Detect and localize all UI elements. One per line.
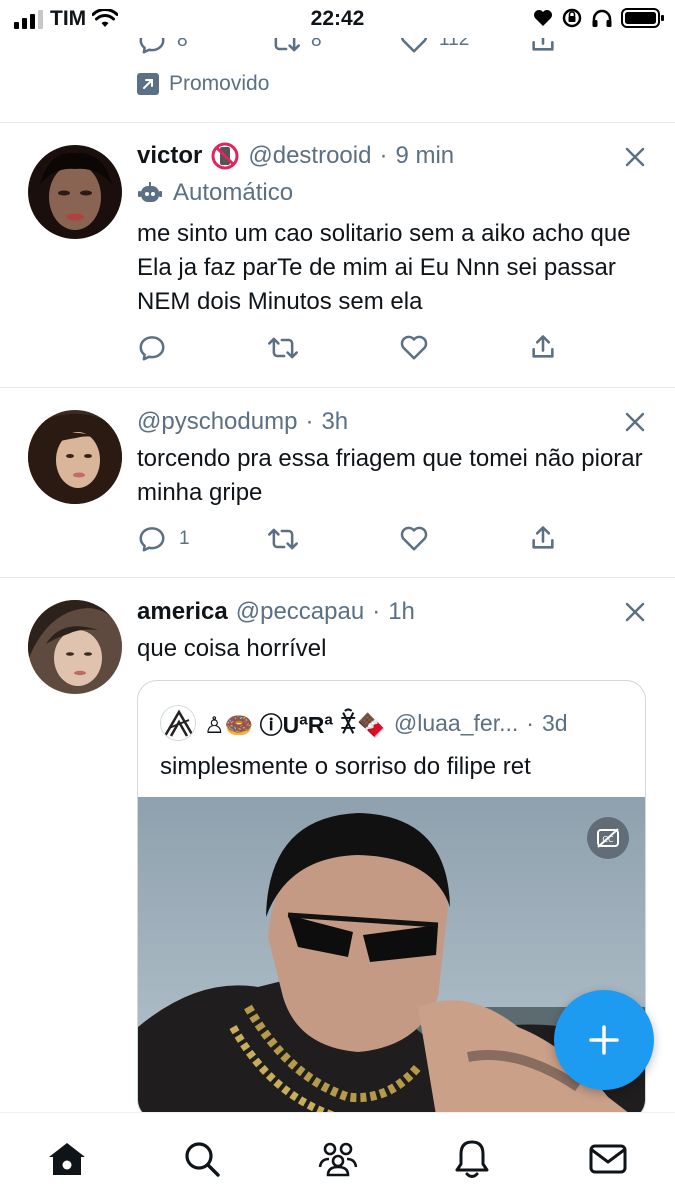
quoted-timestamp[interactable]: 3d xyxy=(542,710,568,737)
tweet-actions xyxy=(137,333,567,363)
heart-icon xyxy=(400,38,428,53)
reply-button[interactable]: 8 xyxy=(137,38,188,56)
tweet-actions: 1 xyxy=(137,524,567,554)
share-icon xyxy=(532,38,554,51)
search-icon xyxy=(185,1142,220,1177)
nav-search[interactable] xyxy=(180,1137,224,1181)
retweet-icon xyxy=(268,528,298,550)
tweet-header: @pyschodump · 3h xyxy=(137,408,348,436)
nav-communities[interactable] xyxy=(316,1137,360,1181)
avatar[interactable] xyxy=(28,410,122,504)
share-button[interactable] xyxy=(529,524,557,552)
heart-icon xyxy=(400,526,428,551)
reply-button[interactable]: 1 xyxy=(137,524,190,554)
tweet-actions: 8 8 112 xyxy=(137,38,567,56)
reply-icon xyxy=(139,336,165,361)
avatar[interactable] xyxy=(28,145,122,239)
retweet-button[interactable] xyxy=(267,524,299,554)
battery-icon xyxy=(621,8,664,28)
automated-text: Automático xyxy=(173,179,294,206)
close-icon[interactable] xyxy=(623,600,647,624)
retweet-button[interactable]: 8 xyxy=(269,38,322,56)
retweet-count: 8 xyxy=(311,38,322,51)
timestamp[interactable]: 1h xyxy=(388,598,415,626)
quoted-handle[interactable]: @luaa_fer... xyxy=(394,710,518,737)
reply-icon xyxy=(139,527,165,552)
reply-icon xyxy=(139,38,165,54)
timestamp[interactable]: 3h xyxy=(321,408,348,436)
separator: · xyxy=(526,709,534,736)
close-icon[interactable] xyxy=(623,145,647,169)
avatar[interactable] xyxy=(28,600,122,694)
timestamp[interactable]: 9 min xyxy=(395,142,454,170)
tweet-text: me sinto um cao solitario sem a aiko ach… xyxy=(137,220,631,315)
display-name[interactable]: america xyxy=(137,598,228,626)
status-bar: TIM 22:42 xyxy=(0,0,675,38)
tweet-header: america @peccapau · 1h xyxy=(137,598,415,626)
communities-icon xyxy=(318,1142,358,1177)
tweet-header: victor @destrooid · 9 min xyxy=(137,141,454,171)
notifications-icon xyxy=(455,1140,489,1178)
orientation-lock-icon xyxy=(562,8,582,28)
share-icon xyxy=(532,335,554,358)
promoted-icon xyxy=(137,73,159,95)
separator: · xyxy=(372,598,381,625)
handle[interactable]: @peccapau xyxy=(236,598,364,626)
separator: · xyxy=(379,142,388,169)
like-button[interactable]: 112 xyxy=(399,38,469,54)
share-button[interactable] xyxy=(529,333,557,361)
retweet-icon xyxy=(268,337,298,359)
nav-notifications[interactable] xyxy=(450,1137,494,1181)
bot-icon xyxy=(138,182,162,202)
automated-label: Automático xyxy=(137,179,293,207)
retweet-button[interactable] xyxy=(267,333,299,363)
share-icon xyxy=(532,526,554,549)
heart-status-icon xyxy=(534,10,552,26)
quoted-avatar[interactable] xyxy=(160,705,196,741)
separator: · xyxy=(305,408,314,435)
compose-tweet-button[interactable] xyxy=(554,990,654,1090)
messages-icon xyxy=(589,1144,627,1174)
tweet-text: torcendo pra essa friagem que tomei não … xyxy=(137,445,643,506)
promoted-tweet-partial[interactable]: 8 8 112 Promovido xyxy=(0,38,675,123)
heart-icon xyxy=(400,335,428,360)
bottom-nav xyxy=(0,1112,675,1200)
reply-button[interactable] xyxy=(137,333,167,363)
display-name[interactable]: victor xyxy=(137,142,202,170)
captions-off-icon: CC xyxy=(597,828,619,848)
reply-count: 1 xyxy=(179,528,190,549)
plus-icon xyxy=(589,1025,619,1055)
promoted-indicator: Promovido xyxy=(137,72,269,96)
like-button[interactable] xyxy=(399,524,429,552)
promoted-label: Promovido xyxy=(169,72,270,95)
reply-count: 8 xyxy=(177,38,188,51)
quoted-display-name[interactable]: ♙🍩 ⓘUªRª ꁾ🍫 xyxy=(204,706,386,740)
tweet-text: que coisa horrível xyxy=(137,635,327,662)
retweet-icon xyxy=(274,38,300,52)
like-button[interactable] xyxy=(399,333,429,361)
handle[interactable]: @destrooid xyxy=(248,142,371,170)
tweet[interactable]: victor @destrooid · 9 min Automático me … xyxy=(0,123,675,388)
nav-home[interactable] xyxy=(45,1137,89,1181)
share-button[interactable] xyxy=(529,38,557,54)
captions-button[interactable]: CC xyxy=(587,817,629,859)
home-icon xyxy=(49,1143,85,1175)
no-phone-emoji-icon xyxy=(211,142,239,170)
nav-messages[interactable] xyxy=(586,1137,630,1181)
tweet[interactable]: @pyschodump · 3h torcendo pra essa friag… xyxy=(0,388,675,578)
quoted-tweet-header: ♙🍩 ⓘUªRª ꁾ🍫 @luaa_fer... · 3d xyxy=(160,705,568,741)
quoted-tweet-text: simplesmente o sorriso do filipe ret xyxy=(160,753,531,780)
headphones-icon xyxy=(592,9,612,27)
like-count: 112 xyxy=(439,38,470,50)
close-icon[interactable] xyxy=(623,410,647,434)
handle[interactable]: @pyschodump xyxy=(137,408,297,436)
status-right xyxy=(533,7,665,29)
